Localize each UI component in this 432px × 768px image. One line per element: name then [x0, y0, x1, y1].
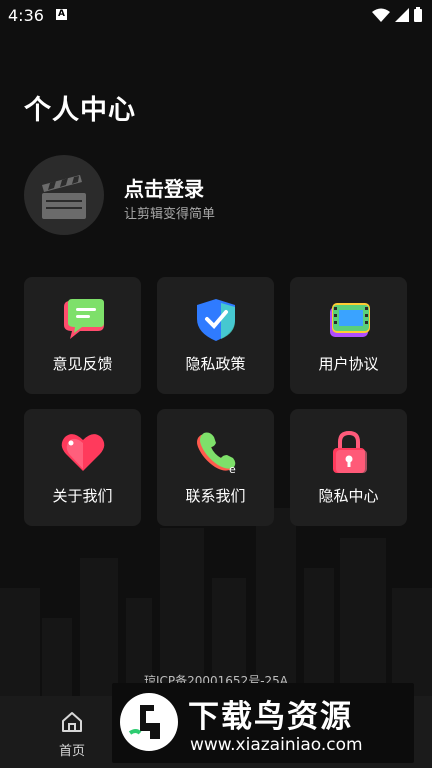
phone-icon: e: [197, 432, 236, 475]
notification-a-icon: A: [56, 9, 67, 20]
watermark-url: www.xiazainiao.com: [190, 735, 363, 755]
nav-home-label: 首页: [58, 744, 85, 759]
shield-check-icon: [197, 299, 235, 341]
privacy-policy-card[interactable]: 隐私政策: [157, 277, 274, 394]
privacy-policy-label: 隐私政策: [185, 355, 246, 373]
film-strip-icon: [330, 303, 370, 337]
status-bar: 4:36 A: [0, 0, 432, 30]
svg-text:e: e: [229, 463, 236, 475]
clapperboard-icon: [42, 175, 86, 219]
feedback-label: 意见反馈: [52, 355, 113, 373]
privacy-center-card[interactable]: 隐私中心: [290, 409, 407, 526]
watermark-banner: 下载鸟资源 www.xiazainiao.com: [112, 683, 414, 763]
contact-us-card[interactable]: e 联系我们: [157, 409, 274, 526]
status-time: 4:36: [8, 6, 44, 25]
privacy-center-label: 隐私中心: [318, 487, 379, 505]
page-title: 个人中心: [24, 95, 136, 126]
watermark-title: 下载鸟资源: [188, 699, 353, 735]
login-subtitle: 让剪辑变得简单: [124, 207, 216, 222]
about-us-card[interactable]: 关于我们: [24, 409, 141, 526]
avatar[interactable]: [24, 155, 104, 235]
feedback-chat-icon: [64, 299, 104, 339]
feedback-card[interactable]: 意见反馈: [24, 277, 141, 394]
nav-home[interactable]: 首页: [44, 710, 100, 759]
status-icons: [372, 7, 422, 22]
home-icon: [62, 712, 82, 732]
login-title[interactable]: 点击登录: [124, 173, 204, 202]
user-agreement-card[interactable]: 用户协议: [290, 277, 407, 394]
lock-icon: [333, 430, 367, 473]
signal-icon: [395, 7, 409, 22]
wifi-icon: [372, 8, 390, 22]
bird-logo-icon: [120, 693, 178, 751]
battery-icon: [414, 7, 422, 22]
contact-us-label: 联系我们: [185, 487, 246, 505]
about-us-label: 关于我们: [52, 487, 113, 505]
user-agreement-label: 用户协议: [318, 355, 379, 373]
heart-icon: [61, 434, 105, 471]
profile-login-section[interactable]: 点击登录 让剪辑变得简单: [24, 155, 408, 237]
